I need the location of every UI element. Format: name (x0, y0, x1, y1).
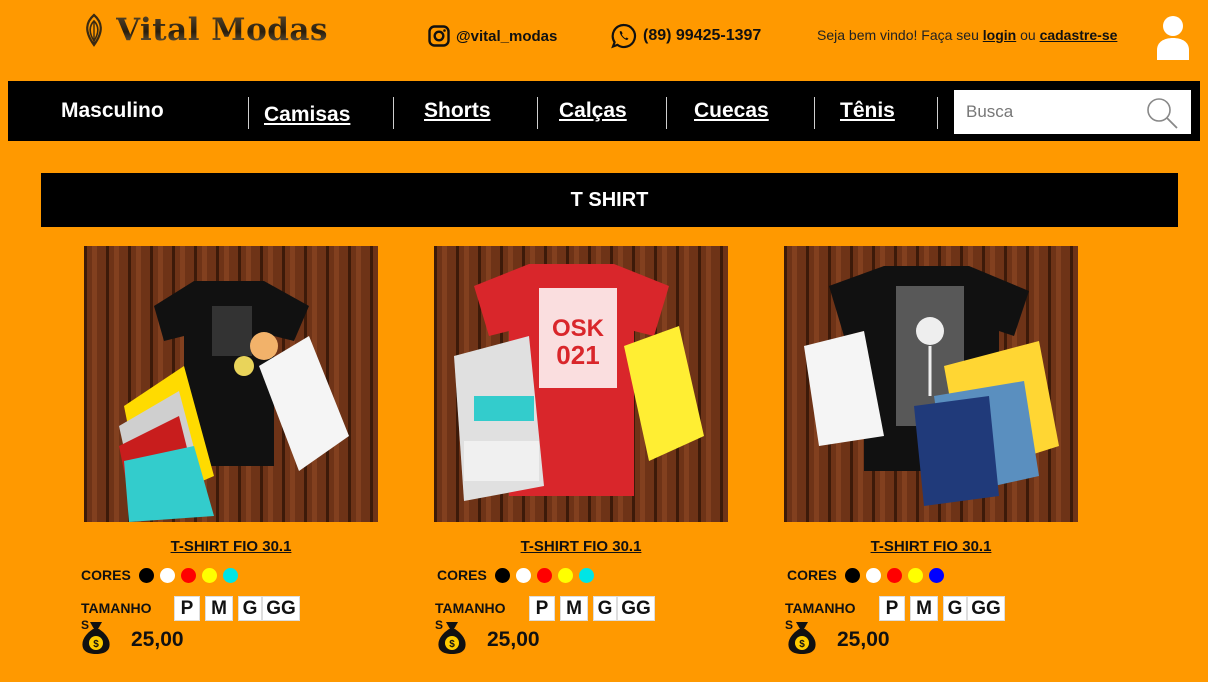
search-icon[interactable] (1145, 96, 1179, 130)
product-price: 25,00 (131, 628, 184, 651)
product-title[interactable]: T-SHIRT FIO 30.1 (434, 538, 728, 555)
nav-separator (248, 97, 249, 129)
nav-separator (393, 97, 394, 129)
nav-separator (937, 97, 938, 129)
size-option-g[interactable]: G (943, 596, 967, 621)
nav-item-cuecas[interactable]: Cuecas (694, 99, 769, 123)
color-options: CORES (787, 567, 950, 583)
phone-number: (89) 99425-1397 (643, 27, 762, 44)
color-swatch-cyan[interactable] (222, 567, 238, 583)
svg-text:$: $ (93, 639, 99, 650)
money-bag-icon: $ (82, 622, 110, 654)
page: Vital Modas @vital_modas (89) 99425-1397… (8, 8, 1200, 682)
color-swatch-blue[interactable] (928, 567, 944, 583)
size-option-p[interactable]: P (879, 596, 905, 621)
size-option-gg[interactable]: GG (262, 596, 300, 621)
instagram-handle: @vital_modas (456, 27, 558, 45)
color-swatch-black[interactable] (138, 567, 154, 583)
logo[interactable]: Vital Modas (78, 12, 328, 48)
size-label: TAMANHO (785, 600, 856, 616)
nav-separator (537, 97, 538, 129)
product-title[interactable]: T-SHIRT FIO 30.1 (784, 538, 1078, 555)
instagram-icon (428, 25, 450, 47)
color-swatch-white[interactable] (159, 567, 175, 583)
size-option-p[interactable]: P (529, 596, 555, 621)
product-price: 25,00 (487, 628, 540, 651)
svg-text:$: $ (449, 639, 455, 650)
color-swatch-yellow[interactable] (557, 567, 573, 583)
color-swatch-black[interactable] (844, 567, 860, 583)
colors-label: CORES (81, 567, 131, 583)
size-option-p[interactable]: P (174, 596, 200, 621)
color-options: CORES (437, 567, 600, 583)
size-label: TAMANHO (81, 600, 152, 616)
colors-label: CORES (437, 567, 487, 583)
search-box (954, 90, 1191, 134)
login-link[interactable]: login (983, 27, 1016, 43)
section-title-text: T SHIRT (570, 188, 649, 211)
phone-link[interactable]: (89) 99425-1397 (611, 23, 761, 49)
color-swatch-black[interactable] (494, 567, 510, 583)
size-label: TAMANHO (435, 600, 506, 616)
signup-link[interactable]: cadastre-se (1040, 27, 1118, 43)
colors-label: CORES (787, 567, 837, 583)
nav-item-camisas[interactable]: Camisas (264, 103, 350, 127)
size-option-g[interactable]: G (238, 596, 262, 621)
color-swatch-red[interactable] (180, 567, 196, 583)
size-option-g[interactable]: G (593, 596, 617, 621)
size-option-m[interactable]: M (910, 596, 938, 621)
color-swatch-cyan[interactable] (578, 567, 594, 583)
section-title: T SHIRT (41, 173, 1178, 227)
size-option-gg[interactable]: GG (967, 596, 1005, 621)
color-options: CORES (81, 567, 244, 583)
user-account-icon[interactable] (1156, 14, 1190, 60)
color-swatch-red[interactable] (536, 567, 552, 583)
money-bag-icon: $ (788, 622, 816, 654)
product-image[interactable] (784, 246, 1078, 522)
svg-text:021: 021 (556, 340, 599, 370)
svg-text:OSK: OSK (552, 315, 605, 342)
color-swatch-red[interactable] (886, 567, 902, 583)
brand-name: Vital Modas (116, 12, 328, 48)
color-swatch-white[interactable] (865, 567, 881, 583)
nav-item-calcas[interactable]: Calças (559, 99, 627, 123)
whatsapp-icon (611, 23, 637, 49)
instagram-link[interactable]: @vital_modas (428, 25, 557, 47)
product-image[interactable] (84, 246, 378, 522)
nav-separator (814, 97, 815, 129)
search-input[interactable] (954, 90, 1151, 134)
product-image[interactable]: OSK 021 (434, 246, 728, 522)
svg-text:$: $ (799, 639, 805, 650)
main-navigation: Masculino Camisas Shorts Calças Cuecas T… (8, 81, 1200, 141)
money-bag-icon: $ (438, 622, 466, 654)
size-option-gg[interactable]: GG (617, 596, 655, 621)
nav-item-shorts[interactable]: Shorts (424, 99, 491, 123)
product-title[interactable]: T-SHIRT FIO 30.1 (84, 538, 378, 555)
size-option-m[interactable]: M (205, 596, 233, 621)
welcome-text: Seja bem vindo! Faça seu (817, 27, 979, 43)
welcome-message: Seja bem vindo! Faça seu login ou cadast… (817, 27, 1117, 43)
color-swatch-yellow[interactable] (201, 567, 217, 583)
nav-separator (666, 97, 667, 129)
color-swatch-white[interactable] (515, 567, 531, 583)
nav-item-tenis[interactable]: Tênis (840, 99, 895, 123)
product-price: 25,00 (837, 628, 890, 651)
size-option-m[interactable]: M (560, 596, 588, 621)
or-text: ou (1020, 27, 1036, 43)
nav-item-masculino[interactable]: Masculino (61, 99, 164, 123)
color-swatch-yellow[interactable] (907, 567, 923, 583)
leaf-logo-icon (86, 13, 102, 47)
